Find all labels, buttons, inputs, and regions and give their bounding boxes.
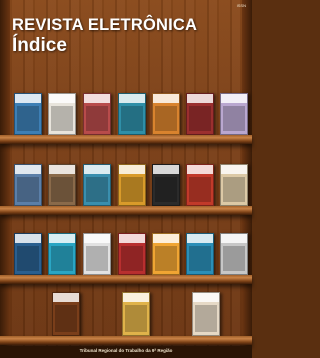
cover-title-band [193,293,219,302]
shelf-left-edge [0,0,10,358]
cover-title-band [15,165,41,174]
cover-photo [189,177,211,202]
magazine-cover[interactable] [220,233,248,275]
cover-title-band [221,234,247,243]
magazine-cover[interactable] [14,233,42,275]
magazine-cover[interactable] [83,233,111,275]
cover-title-band [84,165,110,174]
cover-title-band [53,293,79,302]
shelf-plank-3 [0,275,252,284]
magazine-cover[interactable] [186,164,214,206]
cover-photo [51,106,73,131]
magazine-cover[interactable] [118,164,146,206]
magazine-cover[interactable] [48,164,76,206]
magazine-cover[interactable] [83,93,111,135]
page-header: REVISTA ELETRÔNICA Índice [12,16,197,57]
cover-photo [223,106,245,131]
cover-photo [121,246,143,271]
cover-title-band [187,165,213,174]
magazine-cover[interactable] [220,164,248,206]
cover-photo [86,106,108,131]
page-subtitle: Índice [12,35,67,56]
cover-title-band [84,234,110,243]
cover-title-band [119,165,145,174]
cover-title-band [123,293,149,302]
cover-title-band [153,234,179,243]
cover-photo [86,246,108,271]
magazine-cover[interactable] [192,292,220,336]
cover-title-band [15,234,41,243]
cover-photo [223,177,245,202]
cover-photo [86,177,108,202]
cover-title-band [49,234,75,243]
cover-title-band [119,94,145,103]
shelf-plank-2 [0,206,252,215]
magazine-cover[interactable] [122,292,150,336]
cover-photo [51,177,73,202]
magazine-cover[interactable] [152,164,180,206]
cover-photo [223,246,245,271]
cover-title-band [153,165,179,174]
magazine-cover[interactable] [48,93,76,135]
cover-photo [189,246,211,271]
cover-title-band [84,94,110,103]
cover-title-band [119,234,145,243]
magazine-cover[interactable] [220,93,248,135]
footer-text: Tribunal Regional do Trabalho da 9ª Regi… [79,348,173,353]
cover-photo [155,106,177,131]
magazine-cover[interactable] [52,292,80,336]
corner-mark: ISSN [236,3,246,8]
cover-photo [51,246,73,271]
magazine-cover[interactable] [48,233,76,275]
magazine-cover[interactable] [14,93,42,135]
cover-photo [189,106,211,131]
magazine-cover[interactable] [118,233,146,275]
cover-photo [125,305,147,332]
cover-title-band [221,94,247,103]
shelf-plank-4 [0,336,252,345]
cover-photo [17,106,39,131]
cover-photo [121,177,143,202]
magazine-cover[interactable] [186,93,214,135]
shelf-plank-1 [0,135,252,144]
cover-title-band [49,94,75,103]
cover-photo [121,106,143,131]
cover-photo [17,246,39,271]
cover-title-band [153,94,179,103]
magazine-cover[interactable] [14,164,42,206]
cover-photo [155,246,177,271]
cover-title-band [187,94,213,103]
magazine-cover[interactable] [83,164,111,206]
cover-photo [55,305,77,332]
magazine-cover[interactable] [152,233,180,275]
cover-title-band [221,165,247,174]
cover-title-band [15,94,41,103]
cover-photo [17,177,39,202]
cover-photo [155,177,177,202]
page-title: REVISTA ELETRÔNICA [12,16,198,34]
magazine-cover[interactable] [118,93,146,135]
cover-title-band [187,234,213,243]
magazine-cover[interactable] [186,233,214,275]
cover-title-band [49,165,75,174]
magazine-cover[interactable] [152,93,180,135]
cover-photo [195,305,217,332]
